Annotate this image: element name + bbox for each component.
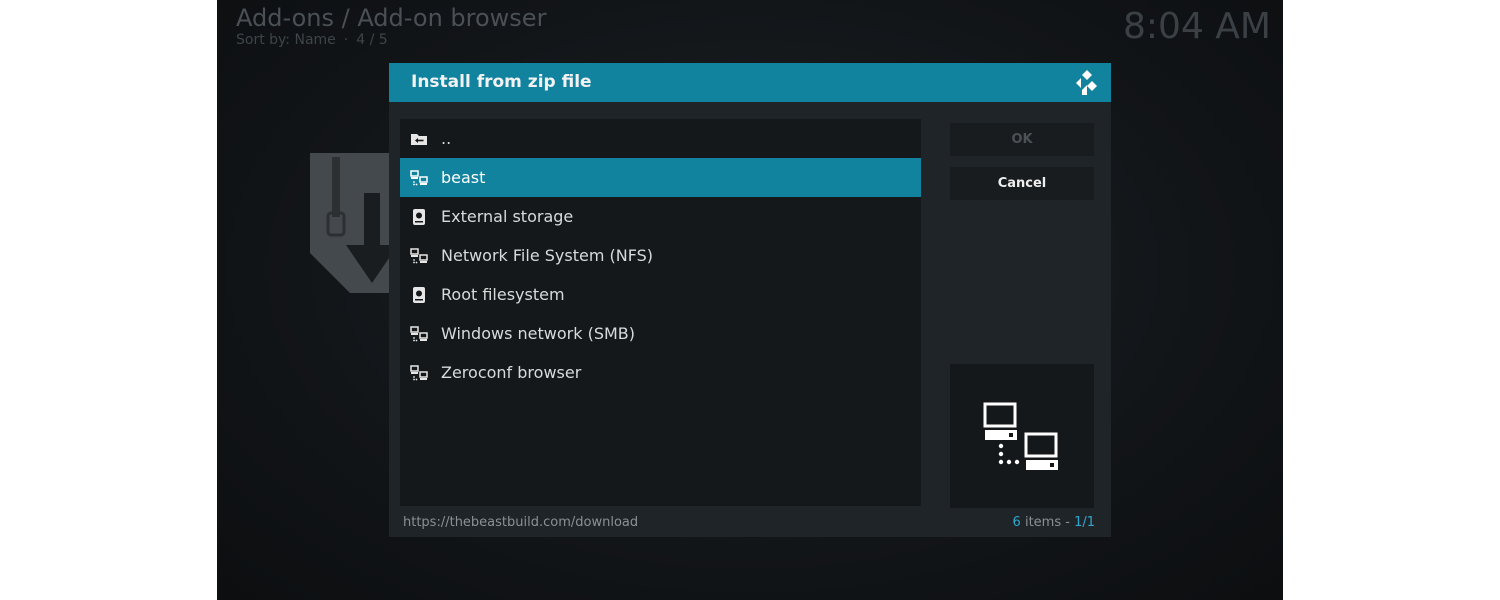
dialog-header: Install from zip file [389,63,1111,102]
sort-separator: · [343,32,349,48]
zip-download-icon [310,153,400,293]
list-item-zeroconf[interactable]: Zeroconf browser [400,353,921,392]
list-item-nfs[interactable]: Network File System (NFS) [400,236,921,275]
list-item-label: .. [441,129,452,148]
list-item-label: Zeroconf browser [441,363,582,382]
preview-thumbnail [950,364,1094,508]
ok-button[interactable]: OK [950,123,1094,156]
list-item-parent[interactable]: .. [400,119,921,158]
item-position: 4 / 5 [356,32,388,48]
list-item-label: External storage [441,207,574,226]
item-count-suffix: items - [1024,515,1070,530]
current-path: https://thebeastbuild.com/download [403,515,639,530]
file-source-list: .. beast External storage Network File S… [400,119,921,506]
list-item-external-storage[interactable]: External storage [400,197,921,236]
dialog-title: Install from zip file [411,72,592,92]
item-count: 6 items - 1/1 [1013,515,1095,530]
kodi-screen: Add-ons / Add-on browser Sort by: Name · 4… [217,0,1283,600]
list-item-beast[interactable]: beast [400,158,921,197]
network-icon [410,365,428,381]
network-icon [410,170,428,186]
list-item-root-filesystem[interactable]: Root filesystem [400,275,921,314]
install-from-zip-dialog: Install from zip file .. beast External … [389,63,1111,537]
list-item-label: beast [441,168,486,187]
sort-label: Sort by: Name [236,32,336,48]
page-title: Add-ons / Add-on browser [236,4,547,32]
item-count-number: 6 [1012,515,1021,530]
network-preview-icon [983,402,1058,470]
cancel-button[interactable]: Cancel [950,167,1094,200]
network-icon [410,248,428,264]
list-item-label: Windows network (SMB) [441,324,635,343]
sort-info[interactable]: Sort by: Name · 4 / 5 [236,32,388,48]
list-item-label: Network File System (NFS) [441,246,654,265]
list-item-label: Root filesystem [441,285,565,304]
folder-back-icon [411,134,427,145]
kodi-logo-icon [1076,70,1097,95]
network-icon [410,326,428,342]
drive-icon [413,287,425,303]
clock: 8:04 AM [1123,6,1271,47]
page-indicator: 1/1 [1074,515,1095,530]
list-item-smb[interactable]: Windows network (SMB) [400,314,921,353]
drive-icon [413,209,425,225]
